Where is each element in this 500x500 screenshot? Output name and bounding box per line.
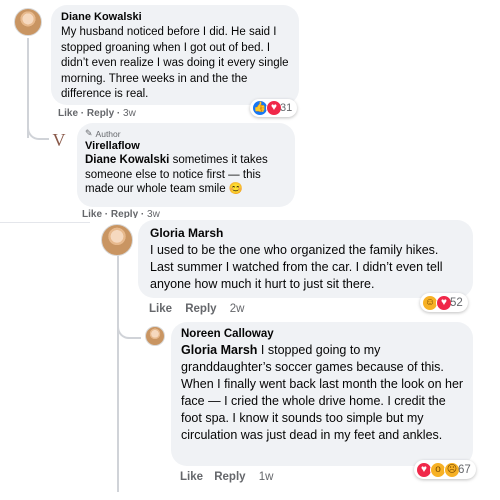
reply-bubble: Noreen Calloway Gloria Marsh I stopped g… [171,322,473,466]
timestamp[interactable]: 1w [259,471,274,483]
comment-actions: Like · Reply · 3w [58,108,136,119]
comment-text: Diane Kowalski sometimes it takes someon… [85,153,285,197]
comment-text: Gloria Marsh I stopped going to my grand… [181,342,465,444]
reactions[interactable]: ☺ ♥ 52 [420,293,468,312]
comment-body: I stopped going to my granddaughter’s so… [181,343,464,442]
timestamp[interactable]: 3w [123,108,136,119]
thread-curve [117,315,141,339]
reply-button[interactable]: Reply [214,471,245,483]
like-button[interactable]: Like [149,303,172,315]
avatar[interactable] [101,224,133,256]
reply-button[interactable]: Reply [87,108,114,119]
comment-author[interactable]: Gloria Marsh [150,226,461,240]
comment-bubble: Diane Kowalski My husband noticed before… [51,5,299,105]
like-button[interactable]: Like [58,108,78,119]
reaction-count: 52 [450,296,463,309]
reply-bubble: ✎ Author Virellaflow Diane Kowalski some… [77,123,295,207]
reaction-count: 31 [280,102,293,114]
mention-link[interactable]: Gloria Marsh [181,343,257,357]
comment-author[interactable]: Diane Kowalski [61,11,289,23]
author-badge-label: Author [95,128,121,139]
author-badge: ✎ Author [85,128,287,139]
like-button[interactable]: Like [180,471,203,483]
comment-author[interactable]: Noreen Calloway [181,328,463,340]
comment-actions: Like Reply 1w [180,471,273,483]
comment-author[interactable]: Virellaflow [85,140,287,152]
logo-letter: V [52,129,66,150]
comment-bubble: Gloria Marsh I used to be the one who or… [138,220,473,298]
comment-text: I used to be the one who organized the f… [150,243,443,291]
mention-link[interactable]: Diane Kowalski [85,154,169,166]
reactions[interactable]: 👍 ♥ 31 [250,99,298,117]
thread-line [117,252,119,492]
thread-curve [27,120,49,140]
avatar[interactable] [145,326,165,346]
page-logo[interactable]: V [47,128,71,152]
timestamp[interactable]: 2w [230,303,245,315]
comment-actions: Like Reply 2w [149,303,244,315]
reaction-count: 67 [458,463,471,476]
pencil-icon: ✎ [85,128,93,138]
comment-text: My husband noticed before I did. He said… [61,26,289,101]
reply-button[interactable]: Reply [185,303,216,315]
reactions[interactable]: ♥ o ☹ 67 [414,460,476,479]
avatar[interactable] [14,8,42,36]
